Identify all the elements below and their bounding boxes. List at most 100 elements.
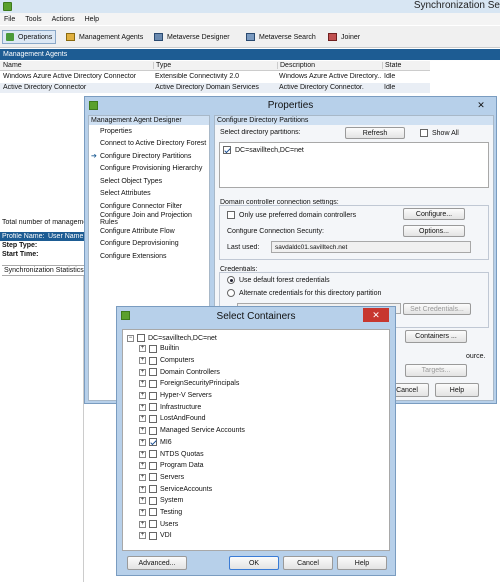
table-row[interactable]: Windows Azure Active Directory Connector…: [0, 72, 430, 82]
nav-item[interactable]: Configure Join and Projection Rules: [91, 212, 209, 226]
toolbar-metaverse-designer[interactable]: Metaverse Designer: [154, 30, 230, 44]
nav-item[interactable]: Configure Deprovisioning: [91, 238, 209, 251]
tree-root[interactable]: − DC=savilltech,DC=net: [127, 334, 217, 342]
tree-item-checkbox[interactable]: [149, 379, 157, 388]
menu-actions[interactable]: Actions: [52, 16, 75, 23]
tree-item-checkbox[interactable]: [149, 520, 157, 529]
tree-item-checkbox[interactable]: [149, 485, 157, 494]
menu-help[interactable]: Help: [85, 16, 99, 23]
expand-icon[interactable]: +: [139, 508, 146, 516]
nav-item[interactable]: Configure Attribute Flow: [91, 225, 209, 238]
tree-item[interactable]: + Servers: [139, 472, 379, 484]
properties-help-button[interactable]: Help: [435, 383, 479, 397]
only-preferred-checkbox[interactable]: Only use preferred domain controllers: [227, 211, 356, 219]
alt-creds-dot[interactable]: [227, 289, 235, 297]
expand-icon[interactable]: +: [139, 345, 146, 353]
toolbar-metaverse-search[interactable]: Metaverse Search: [246, 30, 316, 44]
toolbar-operations[interactable]: Operations: [2, 30, 57, 44]
show-all-box[interactable]: [420, 129, 428, 137]
expand-icon[interactable]: +: [139, 392, 146, 400]
col-state[interactable]: State: [382, 62, 430, 69]
tree-item[interactable]: + LostAndFound: [139, 413, 379, 425]
table-row[interactable]: Active Directory Connector Active Direct…: [0, 83, 430, 93]
tree-item[interactable]: + ForeignSecurityPrincipals: [139, 378, 379, 390]
tree-item[interactable]: + Computers: [139, 355, 379, 367]
tree-item[interactable]: + Hyper-V Servers: [139, 390, 379, 402]
default-creds-dot[interactable]: [227, 276, 235, 284]
nav-item[interactable]: Properties: [91, 125, 209, 138]
show-all-checkbox[interactable]: Show All: [420, 129, 459, 137]
tree-item-checkbox[interactable]: [149, 426, 157, 435]
nav-item[interactable]: Configure Extensions: [91, 250, 209, 263]
expand-icon[interactable]: +: [139, 473, 146, 481]
containers-cancel-button[interactable]: Cancel: [283, 556, 333, 570]
tree-item[interactable]: + Program Data: [139, 460, 379, 472]
nav-item[interactable]: Select Object Types: [91, 175, 209, 188]
col-type[interactable]: Type: [153, 62, 277, 69]
col-name[interactable]: Name: [3, 62, 22, 69]
refresh-button[interactable]: Refresh: [345, 127, 405, 139]
tree-item-checkbox[interactable]: [149, 391, 157, 400]
partition-checkbox[interactable]: [223, 146, 231, 154]
tree-item[interactable]: + ServiceAccounts: [139, 483, 379, 495]
tree-item-checkbox[interactable]: [149, 344, 157, 353]
expand-icon[interactable]: +: [139, 438, 146, 446]
tree-item-checkbox[interactable]: [149, 531, 157, 540]
expand-icon[interactable]: +: [139, 450, 146, 458]
expand-icon[interactable]: +: [139, 357, 146, 365]
tree-item-checkbox[interactable]: [149, 438, 157, 447]
nav-item[interactable]: Select Attributes: [91, 188, 209, 201]
set-credentials-button[interactable]: Set Credentials...: [403, 303, 471, 315]
tree-item[interactable]: + VDI: [139, 530, 379, 542]
toolbar-joiner[interactable]: Joiner: [328, 30, 360, 44]
expand-icon[interactable]: +: [139, 368, 146, 376]
menu-tools[interactable]: Tools: [25, 16, 41, 23]
containers-help-button[interactable]: Help: [337, 556, 387, 570]
expand-icon[interactable]: +: [139, 403, 146, 411]
tree-item-checkbox[interactable]: [149, 461, 157, 470]
expand-icon[interactable]: +: [139, 532, 146, 540]
targets-button[interactable]: Targets...: [405, 364, 467, 377]
tree-item-checkbox[interactable]: [149, 414, 157, 423]
containers-button[interactable]: Containers ...: [405, 330, 467, 343]
tree-item-checkbox[interactable]: [149, 356, 157, 365]
tree-item[interactable]: + Managed Service Accounts: [139, 425, 379, 437]
expand-icon[interactable]: +: [139, 520, 146, 528]
tree-item[interactable]: + MI6: [139, 437, 379, 449]
containers-ok-button[interactable]: OK: [229, 556, 279, 570]
root-checkbox[interactable]: [137, 334, 145, 342]
col-description[interactable]: Description: [277, 62, 382, 69]
partition-item[interactable]: DC=savilltech,DC=net: [223, 146, 304, 154]
expand-icon[interactable]: +: [139, 497, 146, 505]
tree-item[interactable]: + Infrastructure: [139, 401, 379, 413]
nav-item[interactable]: Connect to Active Directory Forest: [91, 138, 209, 151]
tree-item-checkbox[interactable]: [149, 403, 157, 412]
tree-item-checkbox[interactable]: [149, 496, 157, 505]
tree-item-checkbox[interactable]: [149, 508, 157, 517]
close-icon[interactable]: ✕: [470, 99, 492, 112]
tree-item[interactable]: + Testing: [139, 507, 379, 519]
close-icon[interactable]: ✕: [363, 308, 389, 322]
nav-item[interactable]: Configure Provisioning Hierarchy: [91, 163, 209, 176]
options-button[interactable]: Options...: [403, 225, 465, 237]
tree-item[interactable]: + Users: [139, 518, 379, 530]
expand-icon[interactable]: +: [139, 485, 146, 493]
expand-icon[interactable]: +: [139, 380, 146, 388]
advanced-button[interactable]: Advanced...: [127, 556, 187, 570]
collapse-icon[interactable]: −: [127, 334, 134, 342]
tree-item-checkbox[interactable]: [149, 450, 157, 459]
alt-creds-radio[interactable]: Alternate credentials for this directory…: [227, 289, 381, 297]
configure-button[interactable]: Configure...: [403, 208, 465, 220]
tree-item[interactable]: + System: [139, 495, 379, 507]
tree-item[interactable]: + Builtin: [139, 343, 379, 355]
menu-file[interactable]: File: [4, 16, 15, 23]
expand-icon[interactable]: +: [139, 427, 146, 435]
nav-item[interactable]: Configure Connector Filter: [91, 200, 209, 213]
default-creds-radio[interactable]: Use default forest credentials: [227, 276, 330, 284]
expand-icon[interactable]: +: [139, 415, 146, 423]
toolbar-management-agents[interactable]: Management Agents: [66, 30, 143, 44]
tree-item[interactable]: + Domain Controllers: [139, 366, 379, 378]
expand-icon[interactable]: +: [139, 462, 146, 470]
tree-item-checkbox[interactable]: [149, 473, 157, 482]
only-preferred-box[interactable]: [227, 211, 235, 219]
